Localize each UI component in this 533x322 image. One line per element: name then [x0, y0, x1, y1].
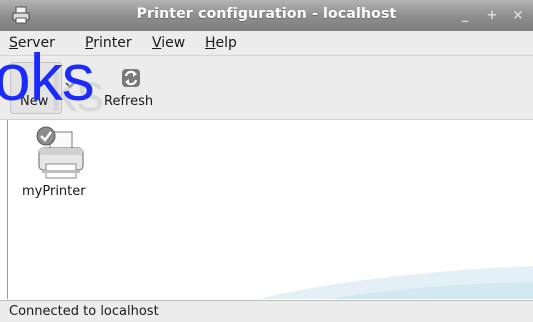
refresh-button[interactable]: Refresh — [104, 58, 168, 114]
printer-configuration-window: Printer configuration - localhost _ + × … — [0, 0, 533, 322]
menu-help-rest: elp — [215, 35, 237, 51]
menu-help-mnemonic: H — [205, 35, 216, 51]
refresh-icon — [122, 69, 140, 87]
close-button[interactable]: × — [508, 6, 528, 26]
printer-list-area[interactable]: myPrinter — [7, 120, 533, 299]
menu-help[interactable]: Help — [205, 35, 237, 51]
overlay-text: oks — [0, 40, 95, 114]
menu-view-rest: iew — [161, 35, 186, 51]
status-text: Connected to localhost — [9, 304, 159, 319]
minimize-button[interactable]: _ — [455, 6, 475, 26]
menu-view-mnemonic: V — [152, 35, 162, 51]
printer-item[interactable]: myPrinter — [16, 126, 96, 202]
window-title: Printer configuration - localhost — [136, 6, 397, 22]
maximize-button[interactable]: + — [482, 6, 502, 26]
refresh-button-label: Refresh — [104, 94, 154, 109]
menu-printer-rest: rinter — [93, 35, 132, 51]
default-check-icon — [36, 126, 56, 146]
title-bar[interactable]: Printer configuration - localhost _ + × — [0, 0, 533, 31]
printer-name: myPrinter — [22, 184, 86, 199]
menu-view[interactable]: View — [152, 35, 185, 51]
status-bar: Connected to localhost — [0, 300, 533, 322]
